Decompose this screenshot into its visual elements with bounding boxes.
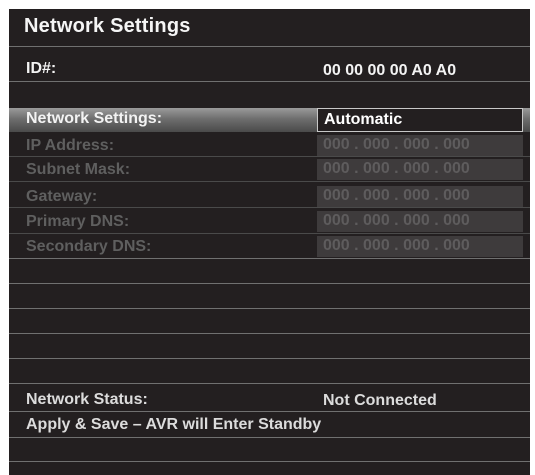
page-title: Network Settings (24, 15, 191, 37)
id-value: 00 00 00 00 A0 A0 (323, 62, 457, 79)
primary-dns-label: Primary DNS: (26, 213, 130, 230)
divider (9, 308, 530, 309)
gateway-value: 000 . 000 . 000 . 000 (323, 187, 470, 204)
subnet-mask-field[interactable]: 000 . 000 . 000 . 000 (317, 159, 523, 180)
network-status-value: Not Connected (323, 392, 437, 409)
divider (9, 233, 530, 234)
divider (9, 461, 530, 462)
gateway-label: Gateway: (26, 188, 98, 205)
ip-address-label: IP Address: (26, 137, 115, 154)
divider (9, 181, 530, 182)
divider (9, 156, 530, 157)
ip-address-value: 000 . 000 . 000 . 000 (323, 136, 470, 153)
divider (9, 358, 530, 359)
secondary-dns-label: Secondary DNS: (26, 238, 152, 255)
primary-dns-value: 000 . 000 . 000 . 000 (323, 212, 470, 229)
divider (9, 437, 530, 438)
network-settings-value: Automatic (324, 111, 403, 128)
ip-address-field[interactable]: 000 . 000 . 000 . 000 (317, 135, 523, 156)
gateway-field[interactable]: 000 . 000 . 000 . 000 (317, 186, 523, 207)
secondary-dns-field[interactable]: 000 . 000 . 000 . 000 (317, 236, 523, 257)
divider (9, 46, 530, 47)
divider (9, 207, 530, 208)
divider (9, 333, 530, 334)
divider (9, 411, 530, 412)
network-settings-label: Network Settings: (26, 110, 163, 127)
divider (9, 383, 530, 384)
secondary-dns-value: 000 . 000 . 000 . 000 (323, 237, 470, 254)
primary-dns-field[interactable]: 000 . 000 . 000 . 000 (317, 211, 523, 232)
subnet-mask-value: 000 . 000 . 000 . 000 (323, 160, 470, 177)
network-status-label: Network Status: (26, 391, 148, 408)
apply-save-button[interactable]: Apply & Save – AVR will Enter Standby (26, 416, 321, 434)
divider (9, 283, 530, 284)
id-label: ID#: (26, 60, 57, 77)
divider (9, 81, 530, 82)
network-settings-screen: Network Settings ID#: 00 00 00 00 A0 A0 … (9, 9, 530, 475)
divider (9, 258, 530, 259)
subnet-mask-label: Subnet Mask: (26, 161, 131, 178)
network-settings-select[interactable]: Automatic (317, 108, 523, 132)
